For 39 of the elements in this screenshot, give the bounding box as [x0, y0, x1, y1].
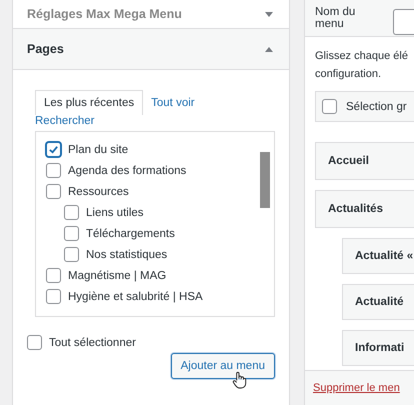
bulk-select-button[interactable]: Sélection gr: [315, 91, 414, 122]
checkbox[interactable]: [322, 99, 337, 114]
menu-item[interactable]: Actualité «: [342, 238, 414, 274]
menu-item[interactable]: Accueil: [315, 142, 414, 180]
checkbox[interactable]: [46, 163, 61, 178]
checkbox[interactable]: [64, 226, 79, 241]
menu-item[interactable]: Actualité: [342, 284, 414, 320]
hand-cursor-icon: [232, 371, 247, 390]
add-to-menu-button[interactable]: Ajouter au menu: [170, 353, 275, 379]
page-label: Magnétisme | MAG: [68, 270, 166, 282]
caret-icon[interactable]: [265, 46, 273, 52]
instructions-text: Glissez chaque élé configuration.: [315, 49, 409, 82]
select-all-label: Tout sélectionner: [49, 336, 136, 348]
checkbox[interactable]: [46, 289, 61, 304]
section-header[interactable]: Pages: [13, 29, 289, 70]
page-label: Nos statistiques: [86, 248, 168, 260]
search-link[interactable]: Rechercher: [35, 115, 94, 127]
checkbox[interactable]: [27, 335, 42, 350]
page-label: Agenda des formations: [68, 164, 186, 176]
menu-name-field[interactable]: [393, 9, 414, 35]
checkmark-icon: [48, 144, 59, 155]
menu-item[interactable]: Informati: [342, 330, 414, 366]
page-label: Ressources: [68, 186, 129, 198]
checkbox[interactable]: [64, 247, 79, 262]
tab[interactable]: Tout voir: [143, 91, 203, 115]
checkbox[interactable]: [46, 268, 61, 283]
checkbox[interactable]: [46, 142, 61, 157]
menu-name-label: Nom du menu: [315, 6, 356, 30]
section-title: Pages: [27, 42, 64, 56]
page-label: Hygiène et salubrité | HSA: [68, 290, 203, 302]
page-label: Plan du site: [68, 144, 128, 156]
section-title: Réglages Max Mega Menu: [27, 7, 182, 21]
tab[interactable]: Les plus récentes: [35, 90, 144, 115]
page-label: Téléchargements: [86, 228, 175, 240]
checkbox[interactable]: [46, 184, 61, 199]
checkbox[interactable]: [64, 205, 79, 220]
caret-icon[interactable]: [265, 12, 273, 16]
page-label: Liens utiles: [86, 206, 144, 218]
menu-item[interactable]: Actualités: [315, 190, 414, 228]
